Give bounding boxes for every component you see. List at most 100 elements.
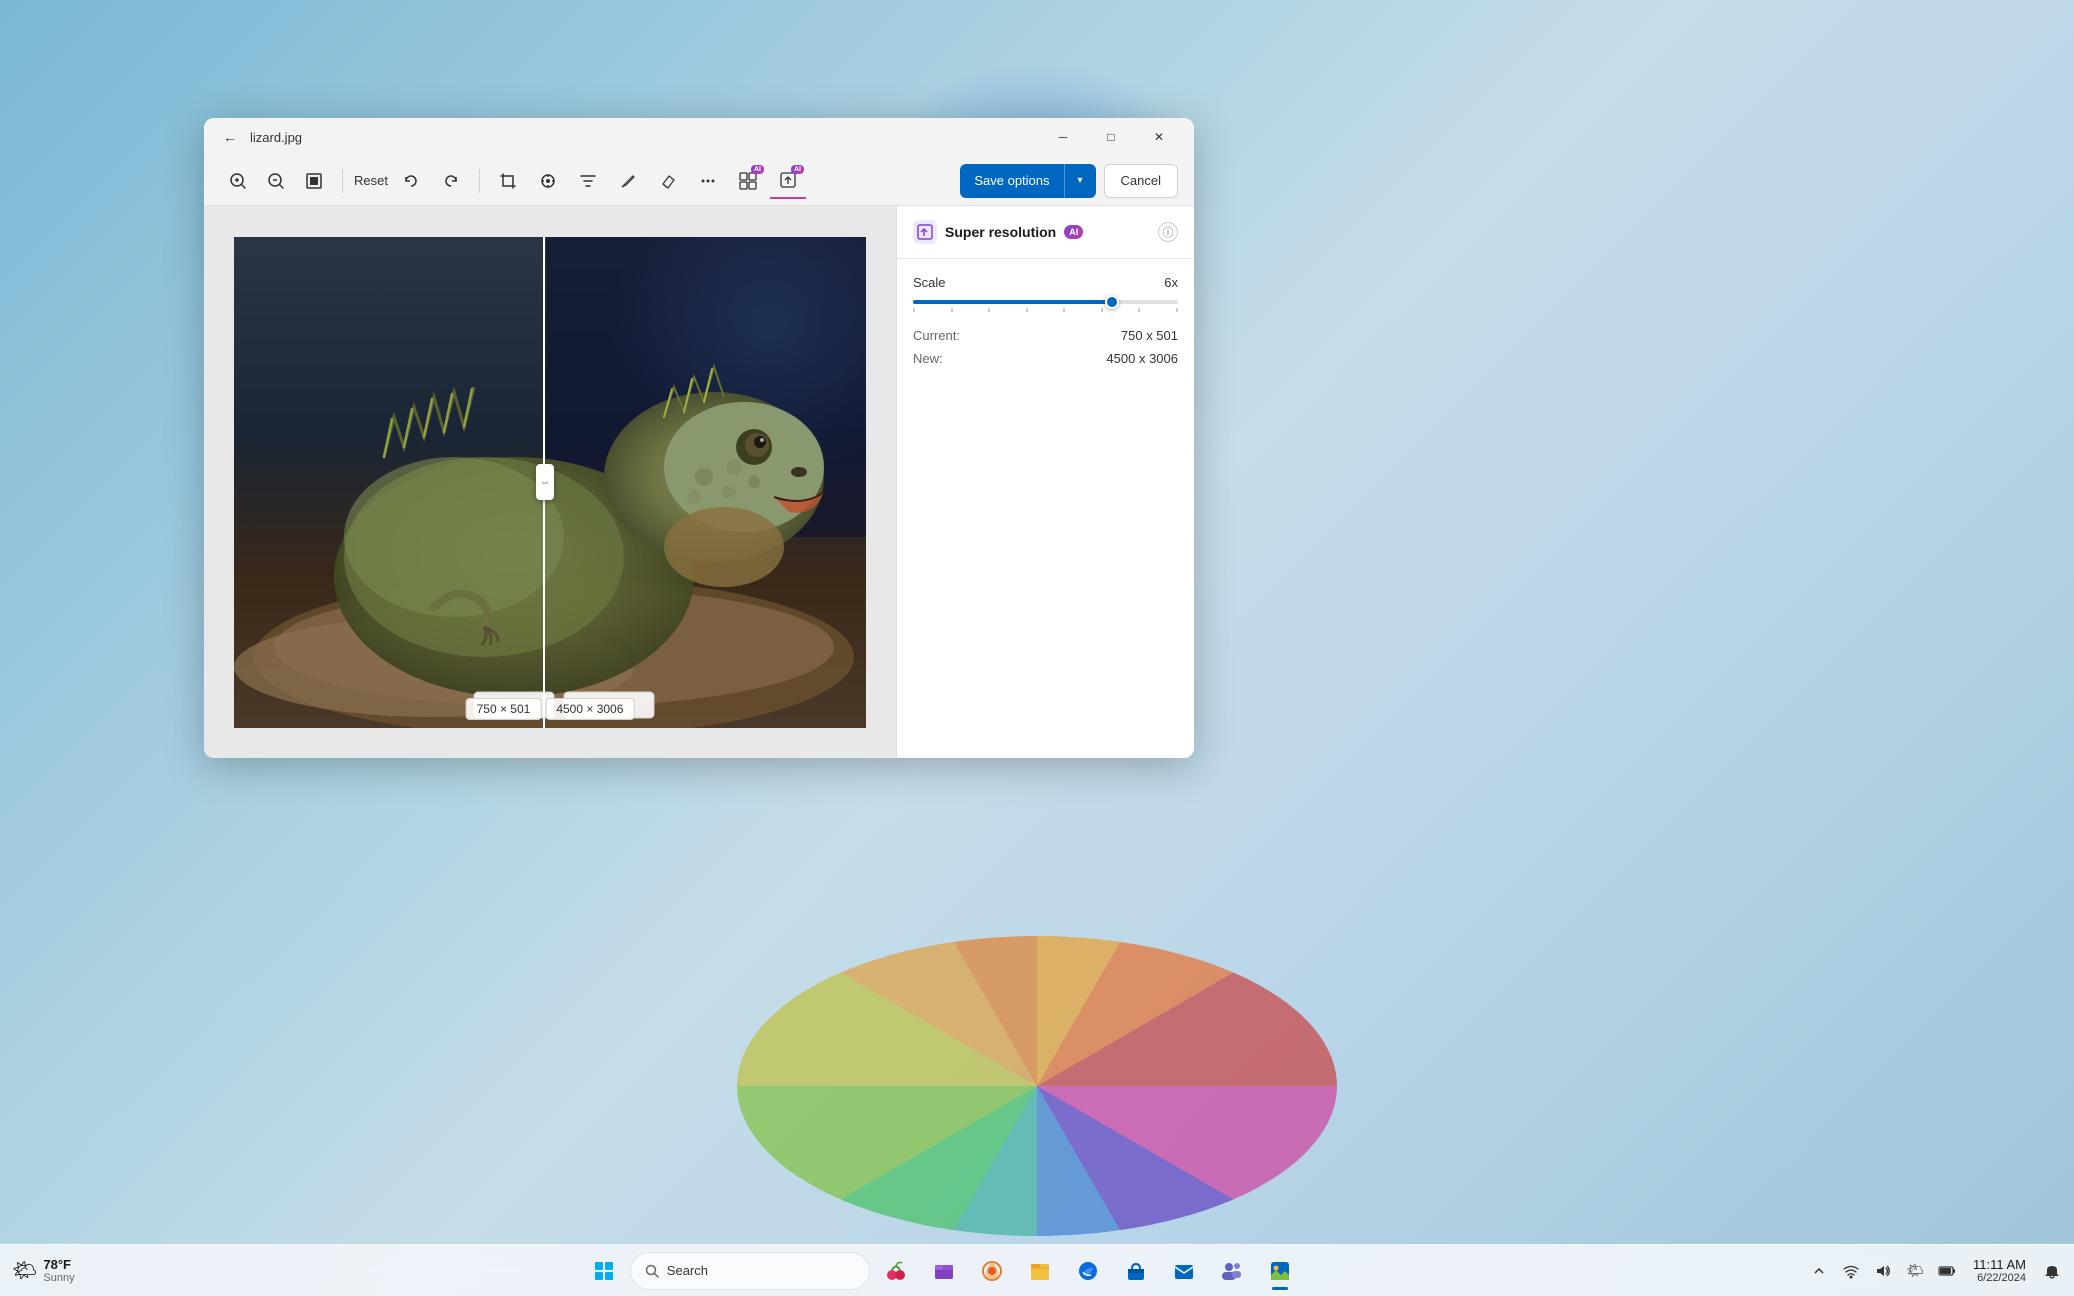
save-options-button[interactable]: Save options ▾ — [960, 164, 1095, 198]
taskbar-app-explorer[interactable] — [922, 1249, 966, 1293]
tray-speaker-icon[interactable] — [1869, 1257, 1897, 1285]
search-icon — [645, 1264, 659, 1278]
taskbar-app-edge[interactable] — [1066, 1249, 1110, 1293]
scale-row: Scale 6x — [913, 275, 1178, 290]
tick-7 — [1138, 308, 1140, 312]
system-clock[interactable]: 11:11 AM 6/22/2024 — [1965, 1257, 2034, 1284]
image-labels: 750 × 501 4500 × 3006 — [466, 698, 635, 720]
taskbar-app-files[interactable] — [1018, 1249, 1062, 1293]
panel-icon — [913, 220, 937, 244]
slider-thumb[interactable] — [1105, 295, 1119, 309]
save-options-main[interactable]: Save options — [960, 164, 1063, 198]
reset-button[interactable]: Reset — [353, 163, 389, 199]
slider-track — [913, 300, 1178, 304]
notification-button[interactable] — [2038, 1257, 2066, 1285]
maximize-button[interactable]: □ — [1088, 121, 1134, 153]
separator-2 — [479, 169, 480, 193]
weather-info: 78°F Sunny — [43, 1257, 74, 1284]
fit-button[interactable] — [296, 163, 332, 199]
tick-1 — [913, 308, 915, 312]
desktop-flower — [737, 936, 1337, 1236]
clock-time: 11:11 AM — [1973, 1257, 2026, 1272]
original-size-label: 750 × 501 — [466, 698, 542, 720]
back-button[interactable]: ← — [216, 123, 244, 151]
erase-button[interactable] — [650, 163, 686, 199]
windows-logo — [595, 1262, 613, 1280]
toolbar-actions: Save options ▾ Cancel — [960, 164, 1178, 198]
current-value: 750 x 501 — [1121, 328, 1178, 343]
split-handle[interactable] — [536, 464, 554, 500]
tray-weather-icon[interactable]: 🌤 — [1901, 1257, 1929, 1285]
crop-button[interactable] — [490, 163, 526, 199]
cancel-button[interactable]: Cancel — [1104, 164, 1178, 198]
new-value: 4500 x 3006 — [1106, 351, 1178, 366]
start-button[interactable] — [582, 1249, 626, 1293]
app-window: ← lizard.jpg ─ □ ✕ — [204, 118, 1194, 758]
window-controls: ─ □ ✕ — [1040, 121, 1182, 153]
close-button[interactable]: ✕ — [1136, 121, 1182, 153]
taskbar-weather[interactable]: 🌤 78°F Sunny — [0, 1245, 87, 1296]
scale-slider[interactable] — [913, 300, 1178, 312]
search-bar[interactable]: Search — [630, 1252, 870, 1290]
taskbar-app-photos[interactable] — [1258, 1249, 1302, 1293]
slider-ticks — [913, 308, 1178, 312]
panel-body: Scale 6x — [897, 259, 1194, 758]
search-label: Search — [667, 1263, 708, 1278]
filter-button[interactable] — [570, 163, 606, 199]
image-area: 750 × 501 4500 × 3006 — [204, 206, 896, 758]
right-panel: Super resolution AI ⓘ Scale 6x — [896, 206, 1194, 758]
super-resolution-button[interactable]: AI — [770, 163, 806, 199]
panel-header: Super resolution AI ⓘ — [897, 206, 1194, 259]
taskbar-app-store[interactable] — [1114, 1249, 1158, 1293]
panel-title: Super resolution — [945, 224, 1056, 240]
ai-badge-enhance: AI — [751, 165, 764, 174]
scale-value: 6x — [1164, 275, 1178, 290]
taskbar-app-cherry[interactable] — [874, 1249, 918, 1293]
taskbar-center: Search — [87, 1249, 1797, 1293]
weather-desc: Sunny — [43, 1272, 74, 1284]
more-tools-button[interactable] — [690, 163, 726, 199]
current-row: Current: 750 x 501 — [913, 328, 1178, 343]
tray-network-icon[interactable] — [1837, 1257, 1865, 1285]
slider-fill — [913, 300, 1112, 304]
separator-1 — [342, 169, 343, 193]
current-label: Current: — [913, 328, 960, 343]
scale-label: Scale — [913, 275, 946, 290]
image-container: 750 × 501 4500 × 3006 — [234, 237, 866, 728]
weather-temp: 78°F — [43, 1257, 74, 1272]
redo-button[interactable] — [433, 163, 469, 199]
ai-badge-superres: AI — [791, 165, 804, 174]
tick-8 — [1176, 308, 1178, 312]
toolbar: Reset — [204, 156, 1194, 206]
enhanced-size-label: 4500 × 3006 — [545, 698, 634, 720]
draw-button[interactable] — [610, 163, 646, 199]
taskbar-app-mail[interactable] — [1162, 1249, 1206, 1293]
tick-4 — [1026, 308, 1028, 312]
panel-ai-badge: AI — [1064, 225, 1083, 239]
tick-3 — [988, 308, 990, 312]
clock-date: 6/22/2024 — [1977, 1272, 2026, 1284]
tray-chevron[interactable] — [1805, 1257, 1833, 1285]
panel-info-button[interactable]: ⓘ — [1158, 222, 1178, 242]
tick-6 — [1101, 308, 1103, 312]
tick-2 — [951, 308, 953, 312]
taskbar-app-colorful[interactable] — [970, 1249, 1014, 1293]
zoom-in-button[interactable] — [220, 163, 256, 199]
main-content: 750 × 501 4500 × 3006 Super resolution A… — [204, 206, 1194, 758]
adjust-button[interactable] — [530, 163, 566, 199]
undo-button[interactable] — [393, 163, 429, 199]
new-row: New: 4500 x 3006 — [913, 351, 1178, 366]
new-label: New: — [913, 351, 943, 366]
zoom-out-button[interactable] — [258, 163, 294, 199]
title-bar: ← lizard.jpg ─ □ ✕ — [204, 118, 1194, 156]
taskbar-app-teams[interactable] — [1210, 1249, 1254, 1293]
ai-enhance-button[interactable]: AI — [730, 163, 766, 199]
minimize-button[interactable]: ─ — [1040, 121, 1086, 153]
system-tray: 🌤 11:11 AM 6/22/2024 — [1797, 1245, 2074, 1296]
weather-icon: 🌤 — [12, 1258, 37, 1283]
save-options-dropdown[interactable]: ▾ — [1064, 164, 1096, 198]
filename-label: lizard.jpg — [250, 130, 1040, 145]
tick-5 — [1063, 308, 1065, 312]
taskbar: 🌤 78°F Sunny Search — [0, 1244, 2074, 1296]
tray-battery-icon[interactable] — [1933, 1257, 1961, 1285]
